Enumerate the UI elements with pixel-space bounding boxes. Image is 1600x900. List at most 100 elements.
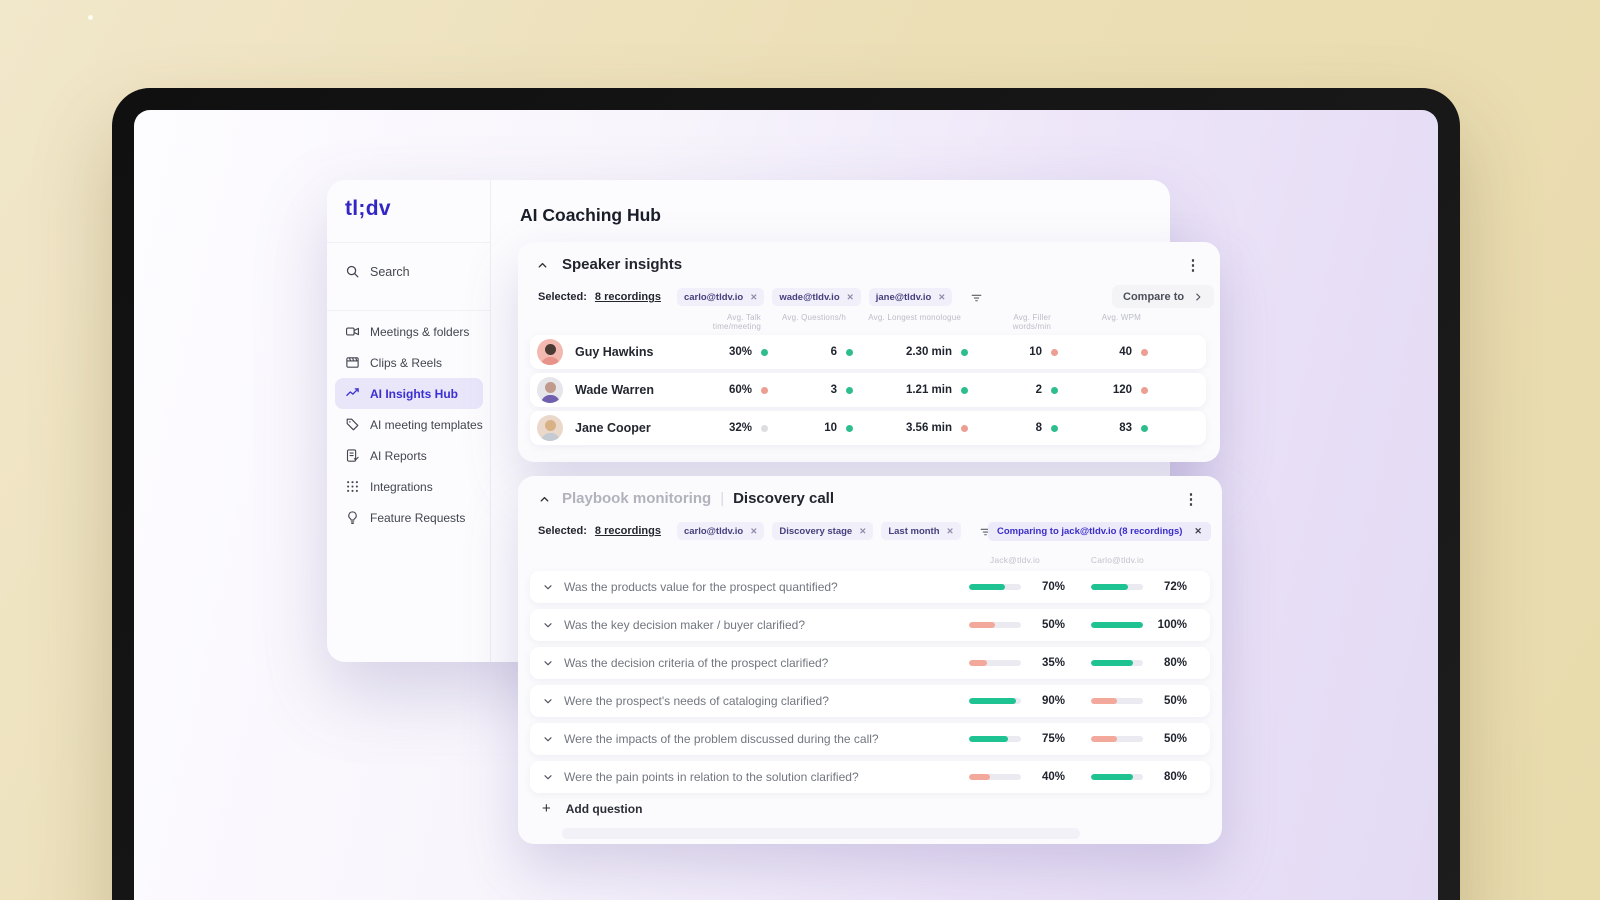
status-dot	[761, 424, 768, 432]
speaker-table-row[interactable]: Jane Cooper 32% 10 3.56 min 8 83	[530, 411, 1206, 445]
chevron-up-icon[interactable]	[536, 259, 549, 272]
close-icon[interactable]: ✕	[947, 526, 954, 537]
question-text: Was the key decision maker / buyer clari…	[564, 618, 805, 632]
chevron-up-icon[interactable]	[538, 493, 551, 506]
question-text: Were the pain points in relation to the …	[564, 770, 859, 784]
question-row[interactable]: Were the impacts of the problem discusse…	[530, 723, 1210, 755]
sidebar-item-ai-insights-hub[interactable]: AI Insights Hub	[335, 378, 483, 409]
sidebar-item-label: Meetings & folders	[370, 324, 470, 339]
chevron-down-icon[interactable]	[542, 657, 554, 669]
status-dot	[1051, 348, 1058, 356]
comparing-badge[interactable]: Comparing to jack@tldv.io (8 recordings)…	[988, 522, 1211, 541]
selected-label: Selected:	[538, 291, 587, 303]
close-icon[interactable]: ✕	[750, 292, 757, 303]
filter-icon[interactable]	[970, 291, 983, 304]
speaker-name: Wade Warren	[575, 383, 654, 397]
table-column-headers: Avg. Talk time/meeting Avg. Questions/h …	[680, 313, 1155, 331]
question-row[interactable]: Was the products value for the prospect …	[530, 571, 1210, 603]
kebab-menu-icon[interactable]: ⋮	[1184, 258, 1202, 274]
percentage: 50%	[1163, 733, 1187, 745]
progress-bar	[969, 774, 1021, 780]
close-icon[interactable]: ✕	[938, 292, 945, 303]
metric-value: 6	[830, 346, 837, 358]
report-icon	[345, 448, 360, 463]
add-question-button[interactable]: + Add question	[542, 800, 642, 817]
chevron-down-icon[interactable]	[542, 733, 554, 745]
sidebar-item-ai-meeting-templates[interactable]: AI meeting templates	[335, 409, 483, 440]
chevron-down-icon[interactable]	[542, 581, 554, 593]
question-row[interactable]: Were the pain points in relation to the …	[530, 761, 1210, 793]
chevron-right-icon	[1193, 292, 1203, 302]
metric-value: 10	[824, 422, 837, 434]
sidebar-item-meetings-folders[interactable]: Meetings & folders	[335, 316, 483, 347]
filter-chip[interactable]: jane@tldv.io ✕	[868, 288, 953, 306]
filter-chip[interactable]: Discovery stage ✕	[772, 522, 874, 540]
close-icon[interactable]: ✕	[1194, 526, 1202, 537]
close-icon[interactable]: ✕	[847, 292, 854, 303]
question-text: Was the products value for the prospect …	[564, 580, 838, 594]
metric-value: 8	[1035, 422, 1042, 434]
status-dot	[1051, 386, 1058, 394]
close-icon[interactable]: ✕	[859, 526, 866, 537]
selected-count-link[interactable]: 8 recordings	[595, 525, 661, 537]
metric-value: 30%	[728, 346, 752, 358]
lightbulb-icon	[345, 510, 360, 525]
speaker-table-row[interactable]: Wade Warren 60% 3 1.21 min 2 120	[530, 373, 1206, 407]
chevron-down-icon[interactable]	[542, 771, 554, 783]
artifact-dot	[88, 15, 93, 20]
speaker-name: Guy Hawkins	[575, 345, 654, 359]
chevron-down-icon[interactable]	[542, 695, 554, 707]
question-row[interactable]: Was the key decision maker / buyer clari…	[530, 609, 1210, 641]
sidebar-item-label: Feature Requests	[370, 510, 466, 525]
status-dot	[846, 424, 853, 432]
progress-bar	[1091, 698, 1143, 704]
question-row[interactable]: Was the decision criteria of the prospec…	[530, 647, 1210, 679]
sidebar-item-label: AI meeting templates	[370, 417, 483, 432]
desktop-background: tl;dv Search Meetings & folders Clips & …	[0, 0, 1600, 900]
avatar	[537, 339, 563, 365]
metric-value: 1.21 min	[905, 384, 952, 396]
column-header: Avg. Longest monologue	[868, 313, 961, 322]
sidebar-item-label: Integrations	[370, 479, 433, 494]
filter-chip[interactable]: wade@tldv.io ✕	[772, 288, 861, 306]
metric-value: 40	[1119, 346, 1132, 358]
percentage: 80%	[1163, 771, 1187, 783]
metric-value: 32%	[728, 422, 752, 434]
progress-bar	[1091, 584, 1143, 590]
sidebar-item-clips-reels[interactable]: Clips & Reels	[335, 347, 483, 378]
tldv-logo[interactable]: tl;dv	[345, 197, 391, 221]
question-row[interactable]: Were the prospect's needs of cataloging …	[530, 685, 1210, 717]
plus-icon: +	[542, 800, 551, 817]
close-icon[interactable]: ✕	[750, 526, 757, 537]
status-dot	[761, 348, 768, 356]
filter-chip[interactable]: carlo@tldv.io ✕	[676, 522, 765, 540]
sidebar-item-feature-requests[interactable]: Feature Requests	[335, 502, 483, 533]
sidebar-item-ai-reports[interactable]: AI Reports	[335, 440, 483, 471]
sidebar-item-integrations[interactable]: Integrations	[335, 471, 483, 502]
progress-bar	[969, 622, 1021, 628]
status-dot	[846, 348, 853, 356]
avatar	[537, 377, 563, 403]
metric-value: 10	[1029, 346, 1042, 358]
video-camera-icon	[345, 324, 360, 339]
search-input[interactable]: Search	[345, 264, 410, 279]
playbook-monitoring-panel: Playbook monitoring | Discovery call ⋮ S…	[518, 476, 1222, 844]
filter-chip[interactable]: carlo@tldv.io ✕	[676, 288, 765, 306]
filter-chip[interactable]: Last month ✕	[881, 522, 961, 540]
sidebar-divider	[490, 180, 491, 662]
speaker-table-row[interactable]: Guy Hawkins 30% 6 2.30 min 10 40	[530, 335, 1206, 369]
progress-bar	[1091, 622, 1143, 628]
progress-bar	[969, 584, 1021, 590]
selected-count-link[interactable]: 8 recordings	[595, 291, 661, 303]
clapperboard-icon	[345, 355, 360, 370]
section-title-muted: Playbook monitoring	[562, 490, 712, 507]
divider	[327, 242, 490, 243]
speaker-name: Jane Cooper	[575, 421, 651, 435]
chevron-down-icon[interactable]	[542, 619, 554, 631]
comparison-column-header: Jack@tldv.io	[989, 555, 1040, 565]
status-dot	[761, 386, 768, 394]
line-chart-icon	[345, 386, 360, 401]
percentage: 80%	[1163, 657, 1187, 669]
compare-to-button[interactable]: Compare to	[1112, 285, 1215, 308]
kebab-menu-icon[interactable]: ⋮	[1182, 492, 1200, 508]
